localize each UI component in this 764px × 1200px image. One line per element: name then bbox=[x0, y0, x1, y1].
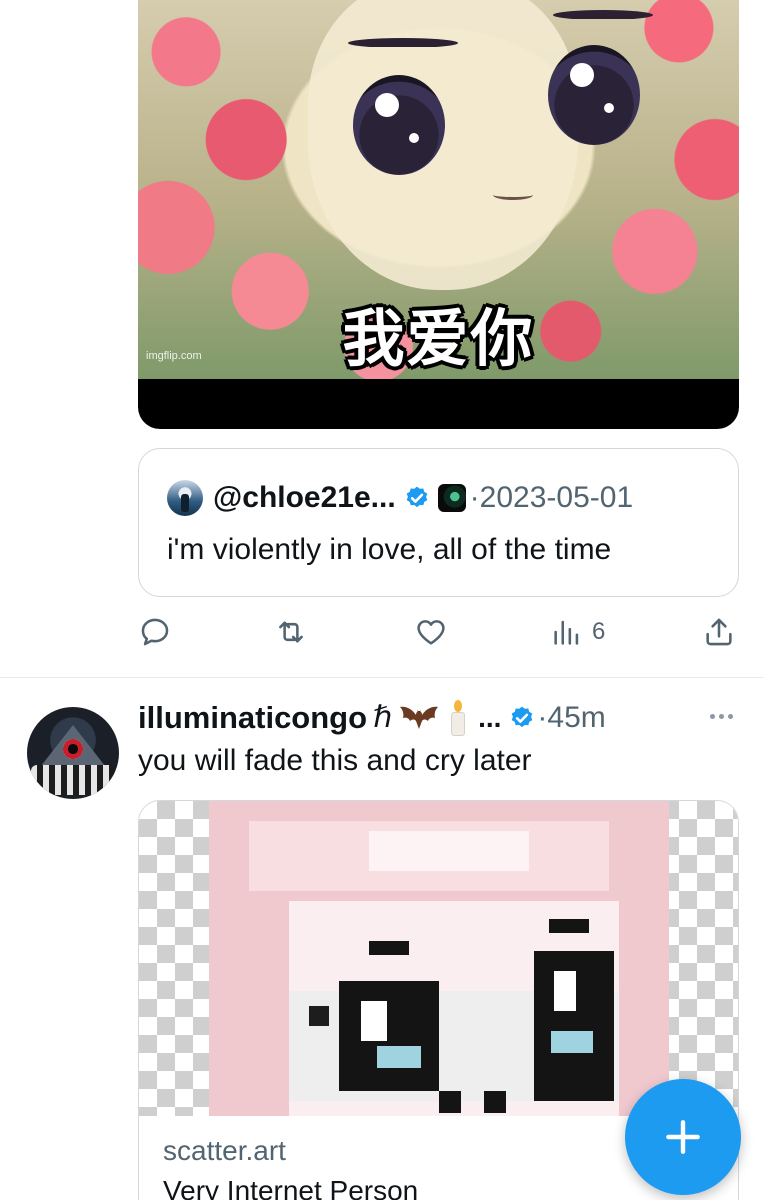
name-truncation: ... bbox=[478, 702, 502, 733]
link-domain: scatter.art bbox=[163, 1135, 286, 1166]
avatar-eye bbox=[63, 739, 83, 759]
quoted-tweet-header: @chloe21e... · 2023-05-01 bbox=[167, 480, 633, 516]
like-button[interactable] bbox=[414, 610, 448, 654]
link-title: Very Internet Person bbox=[163, 1175, 419, 1200]
candle-icon bbox=[448, 700, 468, 736]
tweet-divider bbox=[0, 677, 764, 678]
mouth bbox=[493, 190, 533, 200]
quoted-handle[interactable]: @chloe21e... bbox=[213, 481, 396, 515]
user-avatar[interactable] bbox=[27, 707, 119, 799]
share-icon bbox=[706, 618, 732, 646]
link-preview-image bbox=[139, 801, 738, 1116]
display-name[interactable]: illuminaticongo bbox=[138, 700, 367, 736]
views-count: 6 bbox=[592, 618, 606, 645]
plus-icon bbox=[666, 1120, 700, 1154]
retweet-icon bbox=[279, 621, 303, 643]
tweet-action-bar: 6 bbox=[138, 610, 739, 654]
right-eye bbox=[548, 45, 640, 145]
right-eyebrow bbox=[553, 10, 653, 20]
share-button[interactable] bbox=[702, 610, 736, 654]
planck-symbol: ℏ bbox=[373, 701, 393, 734]
tweet-text: you will fade this and cry later bbox=[138, 744, 532, 777]
tweet-header: illuminaticongo ℏ ... · 45m bbox=[138, 698, 738, 738]
bat-icon bbox=[400, 706, 439, 729]
quoted-tweet-card[interactable]: @chloe21e... · 2023-05-01 i'm violently … bbox=[138, 448, 739, 597]
retweet-button[interactable] bbox=[274, 610, 308, 654]
reply-icon bbox=[141, 618, 169, 646]
views-icon bbox=[554, 620, 579, 645]
views-button[interactable]: 6 bbox=[550, 610, 605, 654]
quoted-tweet-text: i'm violently in love, all of the time bbox=[167, 533, 612, 566]
quoted-date[interactable]: 2023-05-01 bbox=[480, 481, 633, 515]
verified-badge-icon bbox=[512, 706, 533, 728]
anime-meme-scene: 我爱你 imgflip.com bbox=[138, 0, 739, 379]
left-eye bbox=[353, 75, 445, 175]
emoji-dark-square-icon bbox=[437, 484, 466, 512]
avatar-pattern bbox=[31, 765, 115, 795]
quoted-avatar[interactable] bbox=[167, 480, 203, 516]
verified-badge-icon bbox=[406, 486, 427, 508]
tweet-timestamp[interactable]: 45m bbox=[547, 701, 605, 735]
separator-dot: · bbox=[469, 481, 480, 514]
more-icon bbox=[709, 713, 715, 719]
compose-button[interactable] bbox=[625, 1079, 741, 1195]
tweet-media-image[interactable]: 我爱你 imgflip.com bbox=[138, 0, 739, 429]
left-eyebrow bbox=[348, 38, 458, 48]
heart-icon bbox=[417, 620, 445, 645]
separator-dot: · bbox=[537, 701, 548, 734]
watermark: imgflip.com bbox=[146, 350, 202, 362]
reply-button[interactable] bbox=[138, 610, 172, 654]
meme-caption: 我爱你 bbox=[342, 302, 535, 375]
more-options-button[interactable] bbox=[705, 700, 737, 732]
